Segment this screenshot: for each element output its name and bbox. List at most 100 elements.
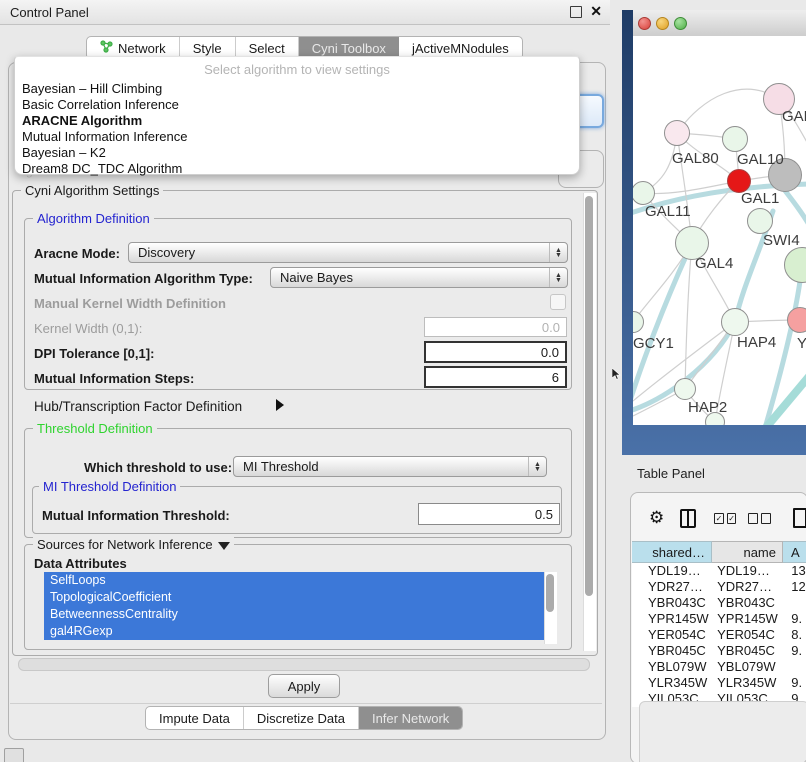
- network-canvas[interactable]: GALGAL80GAL10GAL1GAL11SWI4GAL4GCY1HAP4YH…: [633, 36, 806, 425]
- aracne-mode-select[interactable]: Discovery ▲▼: [128, 242, 568, 263]
- network-node[interactable]: [674, 378, 696, 400]
- settings-scrollbar-thumb[interactable]: [585, 196, 593, 596]
- column-layout-icon[interactable]: [680, 509, 696, 528]
- table-cell: YLR345W: [632, 675, 711, 691]
- threshold-definition-title: Threshold Definition: [33, 421, 157, 436]
- dpi-tolerance-label: DPI Tolerance [0,1]:: [34, 346, 154, 361]
- table-panel-lower-band: [639, 701, 806, 762]
- table-row[interactable]: YBR045CYBR045C9.: [632, 643, 806, 659]
- manual-kernel-width-checkbox[interactable]: [550, 294, 566, 310]
- table-row[interactable]: YDL19…YDL19…13: [632, 563, 806, 579]
- table-rows[interactable]: YDL19…YDL19…13YDR27…YDR27…12YBR043CYBR04…: [632, 563, 806, 707]
- algorithm-option[interactable]: ARACNE Algorithm: [15, 113, 579, 129]
- network-node[interactable]: [721, 308, 749, 336]
- table-row[interactable]: YPR145WYPR145W9.: [632, 611, 806, 627]
- table-toolbar: ⚙ ✓ ✓: [631, 505, 806, 531]
- zoom-traffic-light-icon[interactable]: [674, 17, 687, 30]
- checked-checkbox-icon[interactable]: ✓: [714, 513, 724, 524]
- node-label: Y: [797, 335, 806, 352]
- data-attributes-list[interactable]: SelfLoopsTopologicalCoefficientBetweenne…: [44, 572, 556, 644]
- table-cell: YER054C: [711, 627, 781, 643]
- column-header-next[interactable]: A: [783, 541, 806, 563]
- table-row[interactable]: YER054CYER054C8.: [632, 627, 806, 643]
- which-threshold-select[interactable]: MI Threshold ▲▼: [233, 456, 547, 477]
- aracne-mode-label: Aracne Mode:: [34, 246, 120, 261]
- network-node[interactable]: [747, 208, 773, 234]
- table-row[interactable]: YBL079WYBL079W: [632, 659, 806, 675]
- control-panel-title: Control Panel: [10, 5, 89, 20]
- unchecked-checkbox-icon[interactable]: [761, 513, 771, 524]
- mi-steps-label: Mutual Information Steps:: [34, 371, 194, 386]
- algorithm-dropdown-list: Bayesian – Hill ClimbingBasic Correlatio…: [15, 81, 579, 177]
- network-node[interactable]: [722, 126, 748, 152]
- mi-algorithm-type-label: Mutual Information Algorithm Type:: [34, 271, 253, 286]
- data-attributes-label: Data Attributes: [34, 556, 127, 571]
- table-row[interactable]: YDR27…YDR27…12: [632, 579, 806, 595]
- table-cell: YBR043C: [711, 595, 781, 611]
- table-cell: [781, 659, 806, 675]
- tab-impute-data-label: Impute Data: [159, 711, 230, 726]
- algorithm-dropdown[interactable]: Select algorithm to view settings Bayesi…: [14, 56, 580, 175]
- tab-infer-network[interactable]: Infer Network: [359, 707, 462, 729]
- algorithm-option[interactable]: Bayesian – K2: [15, 145, 579, 161]
- column-header-shared[interactable]: shared…: [632, 541, 712, 563]
- dpi-tolerance-value: 0.0: [541, 345, 559, 360]
- algorithm-option[interactable]: Basic Correlation Inference: [15, 97, 579, 113]
- algorithm-option[interactable]: Mutual Information Inference: [15, 129, 579, 145]
- attributes-scrollbar-thumb[interactable]: [546, 574, 554, 612]
- table-row[interactable]: YBR043CYBR043C: [632, 595, 806, 611]
- expand-arrow-icon[interactable]: [276, 399, 284, 411]
- control-panel-titlebar: Control Panel ✕: [0, 0, 610, 25]
- mi-threshold-group-title: MI Threshold Definition: [39, 479, 180, 494]
- gear-icon[interactable]: ⚙: [649, 508, 664, 528]
- table-cell: YDR27…: [711, 579, 781, 595]
- network-window-titlebar[interactable]: [633, 10, 806, 37]
- table-cell: [781, 595, 806, 611]
- minimize-traffic-light-icon[interactable]: [656, 17, 669, 30]
- table-cell: YDR27…: [632, 579, 711, 595]
- tab-cyni-toolbox-label: Cyni Toolbox: [312, 41, 386, 56]
- cyni-algorithm-settings-title: Cyni Algorithm Settings: [21, 183, 163, 198]
- network-node[interactable]: [664, 120, 690, 146]
- mi-threshold-label: Mutual Information Threshold:: [42, 508, 230, 523]
- checked-checkbox-icon[interactable]: ✓: [727, 513, 737, 524]
- data-attribute-item[interactable]: gal4RGexp: [44, 623, 556, 640]
- algorithm-option[interactable]: Dream8 DC_TDC Algorithm: [15, 161, 579, 177]
- close-traffic-light-icon[interactable]: [638, 17, 651, 30]
- sources-group-title[interactable]: Sources for Network Inference: [33, 537, 234, 552]
- algorithm-dropdown-placeholder: Select algorithm to view settings: [15, 62, 579, 77]
- mi-threshold-field[interactable]: 0.5: [418, 503, 560, 525]
- table-row[interactable]: YLR345WYLR345W9.: [632, 675, 806, 691]
- tab-impute-data[interactable]: Impute Data: [146, 707, 244, 729]
- table-cell: YDL19…: [711, 563, 781, 579]
- node-label: SWI4: [763, 232, 800, 249]
- tab-discretize-data[interactable]: Discretize Data: [244, 707, 359, 729]
- network-node[interactable]: [787, 307, 806, 333]
- table-cell: YBR043C: [632, 595, 711, 611]
- apply-button[interactable]: Apply: [268, 674, 340, 698]
- data-attribute-item[interactable]: TopologicalCoefficient: [44, 589, 556, 606]
- mi-steps-field[interactable]: 6: [424, 366, 567, 388]
- node-label: HAP4: [737, 334, 776, 351]
- data-attribute-item[interactable]: BetweennessCentrality: [44, 606, 556, 623]
- unchecked-checkbox-icon[interactable]: [748, 513, 758, 524]
- table-cell: 9.: [781, 611, 806, 627]
- data-attribute-item[interactable]: SelfLoops: [44, 572, 556, 589]
- node-label: GAL4: [695, 255, 733, 272]
- minimized-panel-icon[interactable]: [4, 748, 24, 762]
- column-header-name[interactable]: name: [712, 541, 783, 563]
- float-window-icon[interactable]: [570, 6, 582, 18]
- table-cell: YBL079W: [632, 659, 711, 675]
- close-icon[interactable]: ✕: [590, 3, 602, 20]
- mi-algorithm-type-select[interactable]: Naive Bayes ▲▼: [270, 267, 568, 288]
- table-panel-title: Table Panel: [637, 466, 705, 481]
- horizontal-scrollbar[interactable]: [18, 658, 590, 671]
- network-view-window[interactable]: GALGAL80GAL10GAL1GAL11SWI4GAL4GCY1HAP4YH…: [622, 10, 806, 455]
- dpi-tolerance-field[interactable]: 0.0: [424, 341, 567, 363]
- algorithm-option[interactable]: Bayesian – Hill Climbing: [15, 81, 579, 97]
- kernel-width-label: Kernel Width (0,1):: [34, 321, 142, 336]
- document-icon[interactable]: [793, 508, 806, 528]
- aracne-mode-value: Discovery: [138, 245, 195, 260]
- table-cell: YER054C: [632, 627, 711, 643]
- hub-definition-label: Hub/Transcription Factor Definition: [34, 399, 242, 414]
